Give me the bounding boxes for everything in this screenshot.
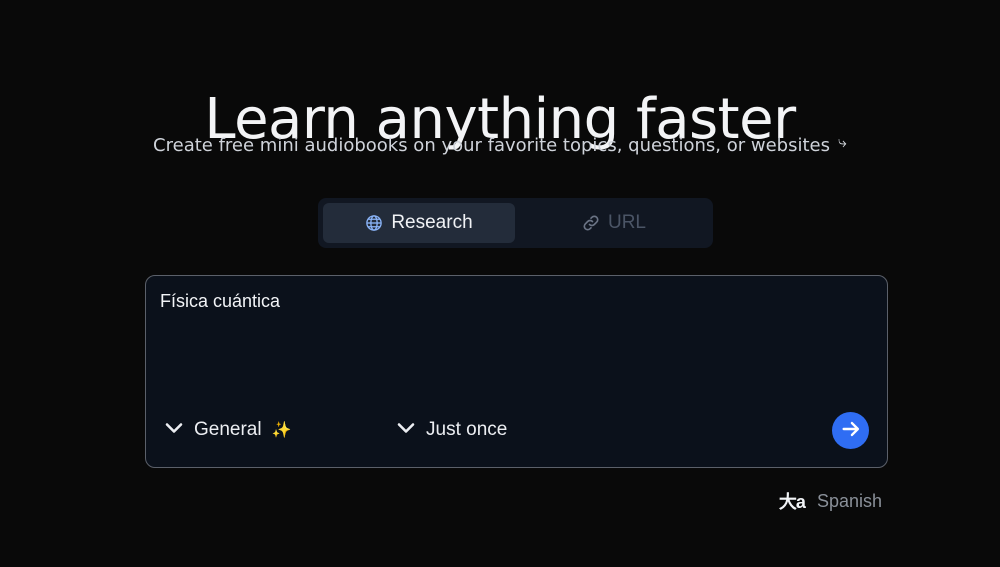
topic-input-card[interactable]: Física cuántica General ✨ Just once	[145, 275, 888, 468]
send-button[interactable]	[832, 412, 869, 449]
frequency-dropdown[interactable]: Just once	[396, 416, 507, 444]
arrow-right-icon	[840, 418, 862, 444]
language-selector[interactable]: 大a Spanish	[779, 488, 882, 514]
sparkles-icon: ✨	[271, 422, 292, 439]
style-dropdown[interactable]: General ✨	[164, 416, 292, 444]
subtitle-text: Create free mini audiobooks on your favo…	[153, 135, 830, 156]
link-icon	[582, 214, 600, 232]
curved-arrow-down-right-icon: ⤷	[837, 132, 847, 151]
tab-url[interactable]: URL	[518, 203, 710, 243]
translate-icon: 大a	[778, 492, 806, 512]
mode-switch: Research URL	[318, 198, 713, 248]
language-label: Spanish	[816, 490, 882, 511]
tab-research-label: Research	[391, 212, 473, 233]
tab-url-label: URL	[607, 212, 646, 233]
chevron-down-icon	[396, 419, 416, 441]
page-subtitle: Create free mini audiobooks on your favo…	[0, 132, 1000, 160]
style-dropdown-label: General	[194, 419, 262, 440]
tab-research[interactable]: Research	[323, 203, 515, 243]
globe-icon	[365, 214, 383, 232]
topic-input[interactable]: Física cuántica	[160, 290, 280, 312]
page: Learn anything faster Create free mini a…	[0, 0, 1000, 567]
frequency-dropdown-label: Just once	[426, 419, 508, 440]
chevron-down-icon	[164, 419, 184, 441]
